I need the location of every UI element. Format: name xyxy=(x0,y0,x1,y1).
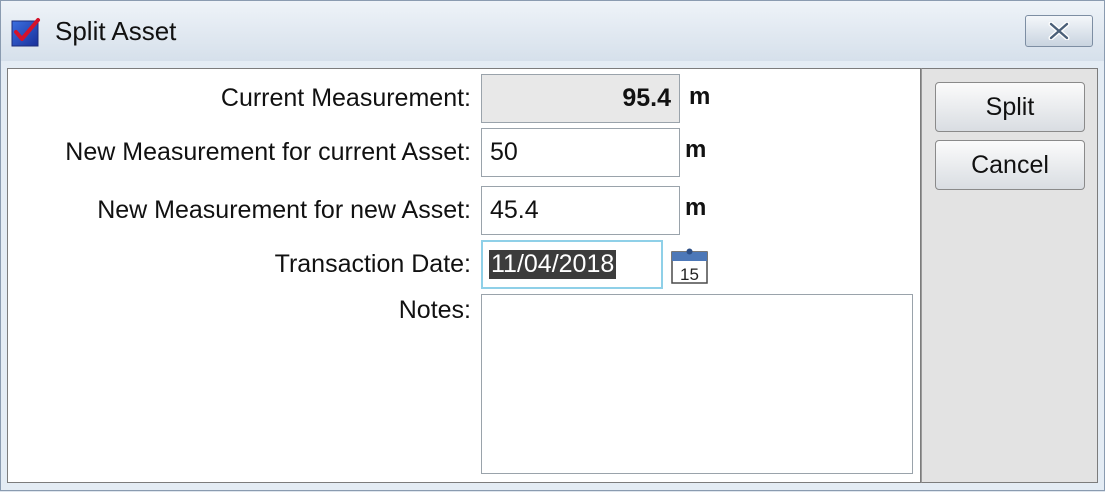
close-x-icon xyxy=(1048,22,1070,40)
split-asset-dialog: Split Asset Current Measurement: New Mea… xyxy=(0,0,1105,491)
transaction-date-label: Transaction Date: xyxy=(274,250,471,278)
current-measurement-value: 95.4 xyxy=(622,84,671,112)
split-button[interactable]: Split xyxy=(935,82,1085,132)
cancel-button[interactable]: Cancel xyxy=(935,140,1085,190)
new-current-asset-unit: m xyxy=(685,136,707,163)
new-asset-unit: m xyxy=(685,194,707,221)
transaction-date-value: 11/04/2018 xyxy=(489,250,617,279)
current-measurement-label: Current Measurement: xyxy=(220,84,471,112)
new-asset-label: New Measurement for new Asset: xyxy=(97,196,471,224)
current-measurement-unit: m xyxy=(689,83,711,110)
close-button[interactable] xyxy=(1025,15,1093,47)
new-current-asset-value: 50 xyxy=(490,138,518,166)
notes-label: Notes: xyxy=(398,296,471,324)
label-column: Current Measurement: New Measurement for… xyxy=(1,1,471,492)
new-current-asset-label: New Measurement for current Asset: xyxy=(65,138,471,166)
notes-textarea[interactable] xyxy=(481,294,913,474)
new-current-asset-input[interactable]: 50 xyxy=(481,128,680,177)
new-asset-value: 45.4 xyxy=(490,196,539,224)
transaction-date-input[interactable]: 11/04/2018 xyxy=(481,240,663,289)
calendar-day-text: 15 xyxy=(680,265,699,284)
current-measurement-field: 95.4 xyxy=(481,74,680,123)
new-asset-input[interactable]: 45.4 xyxy=(481,186,680,235)
calendar-icon[interactable]: 15 xyxy=(671,248,709,284)
